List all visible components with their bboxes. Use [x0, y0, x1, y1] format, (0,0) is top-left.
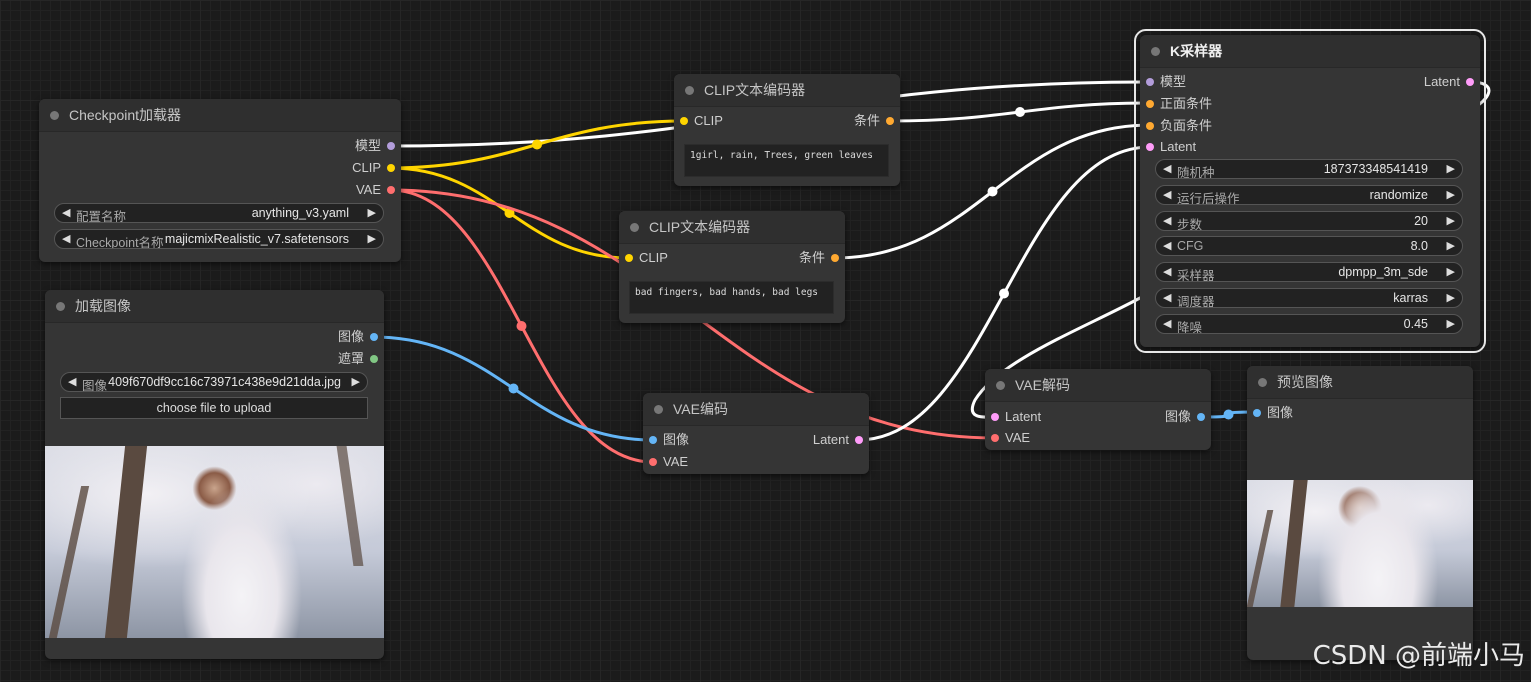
node-clip-text-encode-negative[interactable]: CLIP文本编码器 CLIP 条件 bad fingers, bad hands…: [619, 211, 845, 323]
wire-midpoint-handle[interactable]: [532, 139, 542, 150]
arrow-right-icon[interactable]: ▶: [1447, 188, 1455, 201]
ksampler-widget[interactable]: ◀ CFG 8.0 ▶: [1155, 236, 1463, 257]
input-clip[interactable]: CLIP: [625, 250, 668, 266]
output-image[interactable]: 图像: [1165, 409, 1205, 425]
ksampler-widget[interactable]: ◀ 步数 20 ▶: [1155, 210, 1463, 231]
collapse-dot[interactable]: [50, 111, 59, 120]
input-model[interactable]: 模型: [1146, 74, 1186, 90]
node-title[interactable]: 加载图像: [45, 290, 384, 323]
output-image[interactable]: 图像: [338, 329, 378, 345]
output-image-preview: [1247, 480, 1473, 607]
output-conditioning[interactable]: 条件: [854, 113, 894, 129]
node-title[interactable]: VAE解码: [985, 369, 1211, 402]
ksampler-widget[interactable]: ◀ 调度器 karras ▶: [1155, 288, 1463, 308]
input-image-preview: [45, 446, 384, 638]
ksampler-widget[interactable]: ◀ 降噪 0.45 ▶: [1155, 313, 1463, 334]
output-mask[interactable]: 遮罩: [338, 351, 378, 367]
config-name-combo[interactable]: ◀ 配置名称 anything_v3.yaml ▶: [54, 203, 384, 223]
wire-midpoint-handle[interactable]: [999, 288, 1009, 299]
output-latent[interactable]: Latent: [813, 432, 863, 448]
collapse-dot[interactable]: [654, 405, 663, 414]
input-clip[interactable]: CLIP: [680, 113, 723, 129]
arrow-left-icon[interactable]: ◀: [1163, 239, 1171, 252]
arrow-left-icon[interactable]: ◀: [68, 375, 76, 388]
output-clip[interactable]: CLIP: [352, 160, 395, 176]
input-image[interactable]: 图像: [649, 432, 689, 448]
node-checkpoint-loader[interactable]: Checkpoint加载器 模型 CLIP VAE ◀ 配置名称 anythin…: [39, 99, 401, 262]
node-title[interactable]: 预览图像: [1247, 366, 1473, 399]
wire-midpoint-handle[interactable]: [516, 321, 527, 332]
arrow-right-icon[interactable]: ▶: [352, 375, 360, 388]
input-image[interactable]: 图像: [1253, 405, 1293, 421]
collapse-dot[interactable]: [1151, 47, 1160, 56]
ksampler-widget[interactable]: ◀ 运行后操作 randomize ▶: [1155, 184, 1463, 205]
arrow-right-icon[interactable]: ▶: [1447, 265, 1455, 278]
upload-button[interactable]: choose file to upload: [60, 397, 368, 419]
ksampler-widget[interactable]: ◀ 采样器 dpmpp_3m_sde ▶: [1155, 262, 1463, 283]
collapse-dot[interactable]: [685, 86, 694, 95]
input-latent[interactable]: Latent: [991, 409, 1041, 425]
arrow-left-icon[interactable]: ◀: [1163, 317, 1171, 330]
node-title[interactable]: K采样器: [1140, 35, 1480, 68]
input-vae[interactable]: VAE: [991, 430, 1030, 446]
node-vae-encode[interactable]: VAE编码 图像 VAE Latent: [643, 393, 869, 474]
wire-midpoint-handle[interactable]: [987, 186, 998, 197]
arrow-right-icon[interactable]: ▶: [1447, 162, 1455, 175]
output-latent[interactable]: Latent: [1424, 74, 1474, 90]
input-latent[interactable]: Latent: [1146, 139, 1196, 155]
image-file-combo[interactable]: ◀ 图像 409f670df9cc16c73971c438e9d21dda.jp…: [60, 372, 368, 392]
node-preview-image[interactable]: 预览图像 图像: [1247, 366, 1473, 660]
node-clip-text-encode-positive[interactable]: CLIP文本编码器 CLIP 条件 1girl, rain, Trees, gr…: [674, 74, 900, 186]
wire-midpoint-handle[interactable]: [1223, 409, 1234, 420]
prompt-textarea[interactable]: bad fingers, bad hands, bad legs: [629, 281, 834, 314]
arrow-left-icon[interactable]: ◀: [1163, 265, 1171, 278]
collapse-dot[interactable]: [996, 381, 1005, 390]
collapse-dot[interactable]: [56, 302, 65, 311]
watermark-text: CSDN @前端小马: [1312, 641, 1525, 671]
node-title[interactable]: Checkpoint加载器: [39, 99, 401, 132]
arrow-left-icon[interactable]: ◀: [1163, 291, 1171, 304]
output-model[interactable]: 模型: [355, 138, 395, 154]
wire-midpoint-handle[interactable]: [508, 383, 519, 394]
ksampler-widget[interactable]: ◀ 随机种 187373348541419 ▶: [1155, 159, 1463, 179]
input-positive[interactable]: 正面条件: [1146, 96, 1212, 112]
node-vae-decode[interactable]: VAE解码 Latent VAE 图像: [985, 369, 1211, 450]
collapse-dot[interactable]: [630, 223, 639, 232]
node-title[interactable]: CLIP文本编码器: [619, 211, 845, 244]
arrow-right-icon[interactable]: ▶: [1447, 291, 1455, 304]
input-negative[interactable]: 负面条件: [1146, 118, 1212, 134]
arrow-left-icon[interactable]: ◀: [62, 232, 70, 245]
arrow-left-icon[interactable]: ◀: [1163, 214, 1171, 227]
node-load-image[interactable]: 加载图像 图像 遮罩 ◀ 图像 409f670df9cc16c73971c438…: [45, 290, 384, 659]
output-vae[interactable]: VAE: [356, 182, 395, 198]
checkpoint-name-combo[interactable]: ◀ Checkpoint名称 majicmixRealistic_v7.safe…: [54, 229, 384, 249]
node-ksampler[interactable]: K采样器 模型 正面条件 负面条件 Latent Latent ◀ 随机种 1873…: [1134, 29, 1486, 353]
wire-midpoint-handle[interactable]: [1015, 107, 1025, 117]
arrow-left-icon[interactable]: ◀: [62, 206, 70, 219]
input-vae[interactable]: VAE: [649, 454, 688, 470]
arrow-left-icon[interactable]: ◀: [1163, 162, 1171, 175]
arrow-right-icon[interactable]: ▶: [1447, 239, 1455, 252]
collapse-dot[interactable]: [1258, 378, 1267, 387]
output-conditioning[interactable]: 条件: [799, 250, 839, 266]
arrow-right-icon[interactable]: ▶: [368, 206, 376, 219]
arrow-right-icon[interactable]: ▶: [368, 232, 376, 245]
node-title[interactable]: VAE编码: [643, 393, 869, 426]
arrow-right-icon[interactable]: ▶: [1447, 214, 1455, 227]
node-title[interactable]: CLIP文本编码器: [674, 74, 900, 107]
prompt-textarea[interactable]: 1girl, rain, Trees, green leaves: [684, 144, 889, 177]
arrow-left-icon[interactable]: ◀: [1163, 188, 1171, 201]
arrow-right-icon[interactable]: ▶: [1447, 317, 1455, 330]
